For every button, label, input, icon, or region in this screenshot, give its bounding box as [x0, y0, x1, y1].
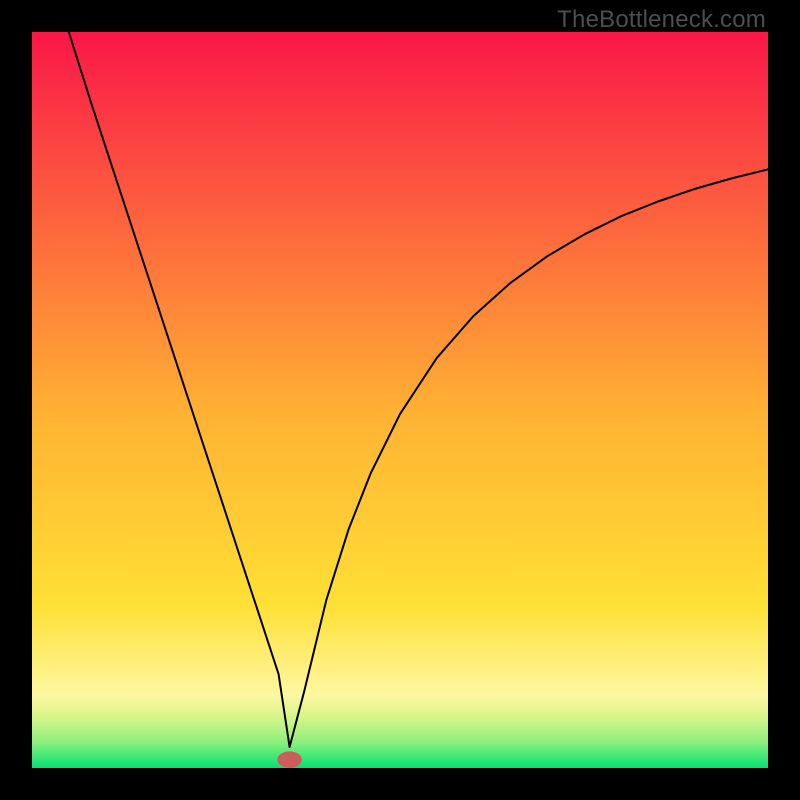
gradient-background — [32, 32, 768, 768]
attribution-text: TheBottleneck.com — [557, 6, 766, 34]
minimum-marker-icon — [278, 752, 302, 767]
chart-svg — [32, 32, 768, 768]
chart-stage: TheBottleneck.com — [0, 0, 800, 800]
plot-area — [32, 32, 768, 768]
